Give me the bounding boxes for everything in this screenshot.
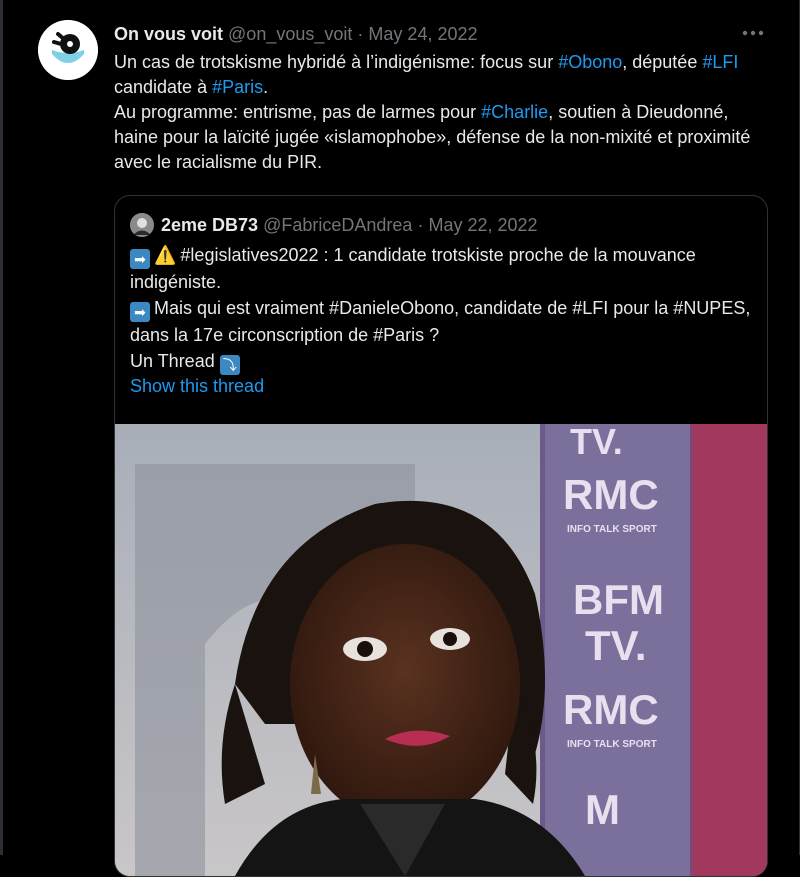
window-border-left: [0, 0, 3, 855]
tweet-text-segment: , députée: [622, 52, 698, 72]
quoted-line-1-text: #legislatives2022 : 1 candidate trotskis…: [130, 245, 696, 292]
hashtag-link[interactable]: #Obono: [558, 52, 622, 72]
tweet-text-segment: Un cas de trotskisme hybridé à l’indigén…: [114, 52, 559, 72]
info-talk-sport-bg-text-2: INFO TALK SPORT: [567, 739, 657, 750]
show-thread-link[interactable]: Show this thread: [130, 374, 264, 398]
quoted-tweet-text: ➡ ⚠️ #legislatives2022 : 1 candidate trots…: [130, 242, 755, 375]
tv-bg-text-2: TV.: [585, 622, 646, 669]
ellipsis-icon[interactable]: [740, 20, 766, 46]
tweet-paragraph-2: Au programme: entrisme, pas de larmes po…: [114, 100, 774, 175]
quoted-author-handle[interactable]: @FabriceDAndrea: [263, 215, 412, 235]
rmc-bg-text-2: RMC: [563, 686, 659, 733]
quoted-line-2-text: Mais qui est vraiment #DanieleObono, can…: [130, 298, 751, 345]
warning-emoji-icon: ⚠️: [154, 245, 177, 265]
quoted-line-3: Un Thread ⤵: [130, 348, 755, 375]
tv-bg-text: TV.: [570, 424, 623, 462]
m-bg-text: M: [585, 786, 620, 833]
quoted-tweet-photo[interactable]: TV. RMC INFO TALK SPORT BFM TV. RMC INFO…: [115, 424, 767, 876]
tweet-text-segment: .: [263, 77, 269, 97]
tweet-date[interactable]: May 24, 2022: [368, 24, 477, 44]
info-talk-sport-bg-text: INFO TALK SPORT: [567, 524, 657, 535]
quoted-line-1: ➡ ⚠️ #legislatives2022 : 1 candidate trots…: [130, 242, 755, 295]
tweet-text: Un cas de trotskisme hybridé à l’indigén…: [114, 50, 774, 175]
person-portrait-icon: [130, 213, 154, 237]
tweet-text-segment: Au programme: entrisme, pas de larmes po…: [114, 102, 482, 122]
bfm-bg-text: BFM: [573, 576, 664, 623]
quoted-author-avatar[interactable]: [130, 213, 154, 237]
tweet-header: On vous voit @on_vous_voit · May 24, 202…: [114, 22, 478, 46]
hashtag-link[interactable]: #LFI: [702, 52, 738, 72]
eye-mask-logo-icon: [38, 20, 98, 80]
quoted-tweet-header: 2eme DB73 @FabriceDAndrea · May 22, 2022: [161, 213, 538, 237]
quoted-line-2: ➡ Mais qui est vraiment #DanieleObono, ca…: [130, 295, 755, 348]
quoted-tweet[interactable]: 2eme DB73 @FabriceDAndrea · May 22, 2022…: [114, 195, 768, 877]
photo-image: TV. RMC INFO TALK SPORT BFM TV. RMC INFO…: [115, 424, 767, 876]
quoted-header-separator: ·: [417, 215, 424, 235]
rmc-bg-text: RMC: [563, 471, 659, 518]
quoted-author-name[interactable]: 2eme DB73: [161, 215, 258, 235]
quoted-tweet-date[interactable]: May 22, 2022: [428, 215, 537, 235]
author-avatar[interactable]: [38, 20, 98, 80]
arrow-down-right-emoji-icon: ⤵: [219, 355, 240, 375]
author-name[interactable]: On vous voit: [114, 24, 223, 44]
arrow-right-emoji-icon: ➡: [130, 302, 150, 322]
quoted-line-3-text: Un Thread: [130, 351, 215, 371]
more-dots-icon: [742, 30, 764, 36]
arrow-right-emoji-icon: ➡: [130, 249, 150, 269]
hashtag-link[interactable]: #Charlie: [481, 102, 548, 122]
author-handle[interactable]: @on_vous_voit: [228, 24, 352, 44]
hashtag-link[interactable]: #Paris: [212, 77, 263, 97]
header-separator: ·: [357, 24, 364, 44]
tweet-paragraph-1: Un cas de trotskisme hybridé à l’indigén…: [114, 50, 774, 100]
tweet-text-segment: candidate à: [114, 77, 213, 97]
